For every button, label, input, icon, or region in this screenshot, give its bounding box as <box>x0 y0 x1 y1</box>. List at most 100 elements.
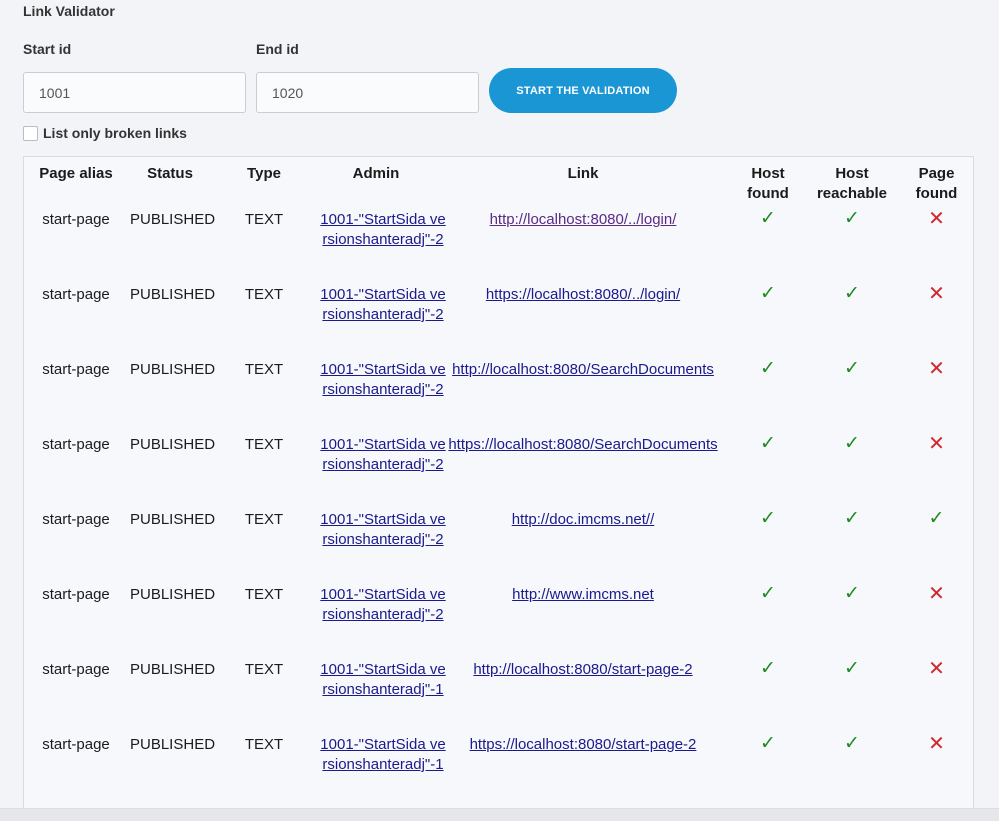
column-page-found: Page found <box>915 165 958 202</box>
check-icon: ✓ <box>760 733 776 754</box>
link-cell: http://localhost:8080/../login/ <box>436 209 730 284</box>
target-link[interactable]: https://localhost:8080/SearchDocuments <box>448 436 717 453</box>
column-type: Type <box>247 165 281 182</box>
admin-cell: 1001-"StartSida versionshanteradj"-2 <box>316 434 445 509</box>
page-found-cell: ✕ <box>898 283 973 359</box>
target-link[interactable]: http://localhost:8080/../login/ <box>490 211 677 228</box>
start-id-label: Start id <box>23 41 72 57</box>
admin-link[interactable]: 1001-"StartSida versionshanteradj"-2 <box>318 285 448 325</box>
start-validation-button[interactable]: START THE VALIDATION <box>489 68 677 113</box>
host-reachable-cell: ✓ <box>806 434 898 509</box>
admin-link[interactable]: 1001-"StartSida versionshanteradj"-2 <box>318 510 448 550</box>
results-table: Page alias Status Type Admin Link Host found H… <box>24 157 973 809</box>
cross-icon: ✕ <box>928 733 945 755</box>
admin-cell: 1001-"StartSida versionshanteradj"-2 <box>316 509 445 584</box>
page-found-cell: ✕ <box>898 359 973 434</box>
host-reachable-cell: ✓ <box>806 284 898 359</box>
admin-link[interactable]: 1001-"StartSida versionshanteradj"-2 <box>318 435 448 475</box>
broken-only-row[interactable]: List only broken links <box>23 125 187 141</box>
page-alias-cell: start-page <box>42 361 110 378</box>
status-cell: PUBLISHED <box>130 361 216 378</box>
check-icon: ✓ <box>844 508 860 529</box>
check-icon: ✓ <box>760 433 776 454</box>
start-id-input[interactable] <box>23 72 246 113</box>
check-icon: ✓ <box>844 433 860 454</box>
page-alias-cell: start-page <box>42 286 110 303</box>
admin-link[interactable]: 1001-"StartSida versionshanteradj"-2 <box>318 585 448 625</box>
page-alias-cell: start-page <box>42 586 110 603</box>
results-panel: Page alias Status Type Admin Link Host found H… <box>23 156 974 816</box>
admin-cell: 1001-"StartSida versionshanteradj"-1 <box>316 734 445 809</box>
admin-cell: 1001-"StartSida versionshanteradj"-2 <box>316 284 445 359</box>
link-cell: https://localhost:8080/../login/ <box>436 284 730 359</box>
type-cell: TEXT <box>244 511 284 528</box>
check-icon: ✓ <box>760 658 776 679</box>
page-alias-cell: start-page <box>42 436 110 453</box>
page-found-cell: ✓ <box>898 509 973 584</box>
page-alias-cell: start-page <box>42 211 110 228</box>
page-alias-cell: start-page <box>42 736 110 753</box>
page-found-cell: ✕ <box>898 733 973 809</box>
admin-cell: 1001-"StartSida versionshanteradj"-2 <box>316 584 445 659</box>
admin-link[interactable]: 1001-"StartSida versionshanteradj"-2 <box>318 210 448 250</box>
check-icon: ✓ <box>760 358 776 379</box>
target-link[interactable]: http://www.imcms.net <box>512 586 654 603</box>
check-icon: ✓ <box>844 358 860 379</box>
type-cell: TEXT <box>244 286 284 303</box>
link-cell: http://localhost:8080/SearchDocuments <box>436 359 730 434</box>
status-cell: PUBLISHED <box>130 436 216 453</box>
host-found-cell: ✓ <box>730 209 806 284</box>
table-row: start-page PUBLISHED TEXT 1001-"StartSida v… <box>24 283 973 359</box>
end-id-input[interactable] <box>256 72 479 113</box>
host-reachable-cell: ✓ <box>806 584 898 659</box>
column-link: Link <box>567 165 599 182</box>
status-cell: PUBLISHED <box>130 511 216 528</box>
target-link[interactable]: http://doc.imcms.net// <box>512 511 655 528</box>
check-icon: ✓ <box>844 283 860 304</box>
status-cell: PUBLISHED <box>130 286 216 303</box>
host-found-cell: ✓ <box>730 434 806 509</box>
check-icon: ✓ <box>760 208 776 229</box>
target-link[interactable]: https://localhost:8080/start-page-2 <box>470 736 697 753</box>
column-admin: Admin <box>352 165 400 182</box>
type-cell: TEXT <box>244 436 284 453</box>
admin-link[interactable]: 1001-"StartSida versionshanteradj"-1 <box>318 660 448 700</box>
page-found-cell: ✕ <box>898 659 973 734</box>
table-row: start-page PUBLISHED TEXT 1001-"StartSida v… <box>24 583 973 659</box>
broken-only-label[interactable]: List only broken links <box>43 125 187 141</box>
host-found-cell: ✓ <box>730 584 806 659</box>
cross-icon: ✕ <box>928 283 945 305</box>
target-link[interactable]: http://localhost:8080/SearchDocuments <box>452 361 714 378</box>
type-cell: TEXT <box>244 361 284 378</box>
column-status: Status <box>147 165 193 182</box>
table-row: start-page PUBLISHED TEXT 1001-"StartSida v… <box>24 733 973 809</box>
target-link[interactable]: https://localhost:8080/../login/ <box>486 286 680 303</box>
link-cell: https://localhost:8080/SearchDocuments <box>436 434 730 509</box>
table-row: start-page PUBLISHED TEXT 1001-"StartSida v… <box>24 434 973 509</box>
type-cell: TEXT <box>244 211 284 228</box>
type-cell: TEXT <box>244 736 284 753</box>
admin-link[interactable]: 1001-"StartSida versionshanteradj"-2 <box>318 360 448 400</box>
status-cell: PUBLISHED <box>130 661 216 678</box>
page-found-cell: ✕ <box>898 209 973 284</box>
bottom-scrollbar[interactable] <box>0 808 999 821</box>
page-alias-cell: start-page <box>42 661 110 678</box>
admin-link[interactable]: 1001-"StartSida versionshanteradj"-1 <box>318 735 448 775</box>
host-reachable-cell: ✓ <box>806 659 898 734</box>
host-reachable-cell: ✓ <box>806 209 898 284</box>
status-cell: PUBLISHED <box>130 736 216 753</box>
link-cell: https://localhost:8080/start-page-2 <box>436 734 730 809</box>
column-host-reachable: Host reachable <box>816 165 888 202</box>
host-found-cell: ✓ <box>730 359 806 434</box>
check-icon: ✓ <box>844 583 860 604</box>
host-found-cell: ✓ <box>730 509 806 584</box>
broken-only-checkbox[interactable] <box>23 125 38 141</box>
cross-icon: ✕ <box>928 583 945 605</box>
page-found-cell: ✕ <box>898 583 973 659</box>
host-reachable-cell: ✓ <box>806 734 898 809</box>
host-found-cell: ✓ <box>730 734 806 809</box>
column-page-alias: Page alias <box>39 165 113 182</box>
target-link[interactable]: http://localhost:8080/start-page-2 <box>473 661 692 678</box>
end-id-label: End id <box>256 41 299 57</box>
type-cell: TEXT <box>244 661 284 678</box>
